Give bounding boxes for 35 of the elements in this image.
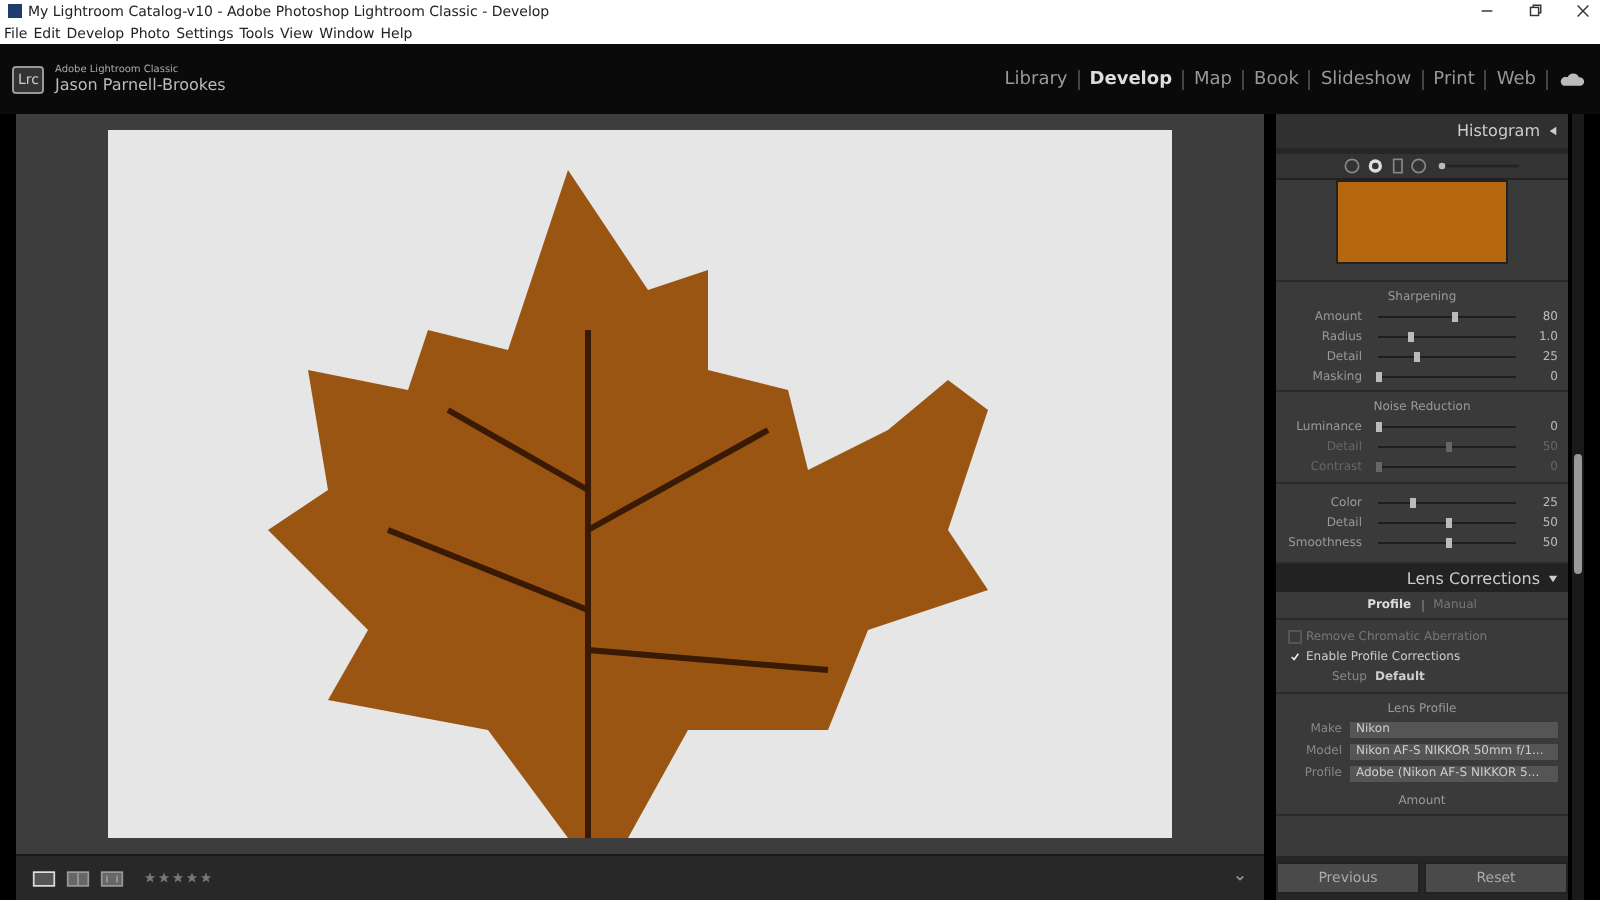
star-icon[interactable] xyxy=(158,872,170,884)
module-tab[interactable]: Library xyxy=(994,69,1078,89)
module-tab[interactable]: Web xyxy=(1486,69,1546,89)
star-icon[interactable] xyxy=(200,872,212,884)
module-tab[interactable]: Map xyxy=(1184,69,1243,89)
user-name: Jason Parnell-Brookes xyxy=(54,76,226,94)
panel-title[interactable]: Histogram xyxy=(1457,122,1540,140)
scrollbar-thumb[interactable] xyxy=(1574,454,1582,574)
star-icon[interactable] xyxy=(144,872,156,884)
collapse-icon[interactable] xyxy=(1548,126,1558,136)
slider-thumb[interactable] xyxy=(1410,497,1417,507)
checkbox[interactable] xyxy=(1288,629,1302,643)
module-tab[interactable]: Slideshow xyxy=(1310,69,1422,89)
slider-thumb[interactable] xyxy=(1413,351,1420,361)
restore-icon[interactable] xyxy=(1526,2,1544,20)
app-icon xyxy=(8,4,22,18)
star-icon[interactable] xyxy=(186,872,198,884)
module-tab[interactable]: Print xyxy=(1423,69,1485,89)
toolbar-menu-icon[interactable] xyxy=(1232,870,1248,886)
module-tab[interactable]: Book xyxy=(1244,69,1309,89)
slider-thumb[interactable] xyxy=(1451,311,1458,321)
slider-thumb[interactable] xyxy=(1407,331,1414,341)
star-icon[interactable] xyxy=(172,872,184,884)
expand-icon[interactable] xyxy=(1548,573,1558,583)
module-tab[interactable]: Develop xyxy=(1079,69,1183,89)
cloud-sync-icon[interactable] xyxy=(1560,70,1584,88)
compare-view-icon[interactable] xyxy=(66,869,90,887)
slider-thumb[interactable] xyxy=(1376,421,1382,431)
close-icon[interactable] xyxy=(1574,2,1592,20)
star-rating[interactable] xyxy=(144,872,212,884)
loupe-view-icon[interactable] xyxy=(32,869,56,887)
survey-view-icon[interactable] xyxy=(100,869,124,887)
slider-thumb[interactable] xyxy=(1445,517,1451,527)
slider-thumb[interactable] xyxy=(1445,537,1451,547)
slider-thumb[interactable] xyxy=(1376,371,1382,381)
